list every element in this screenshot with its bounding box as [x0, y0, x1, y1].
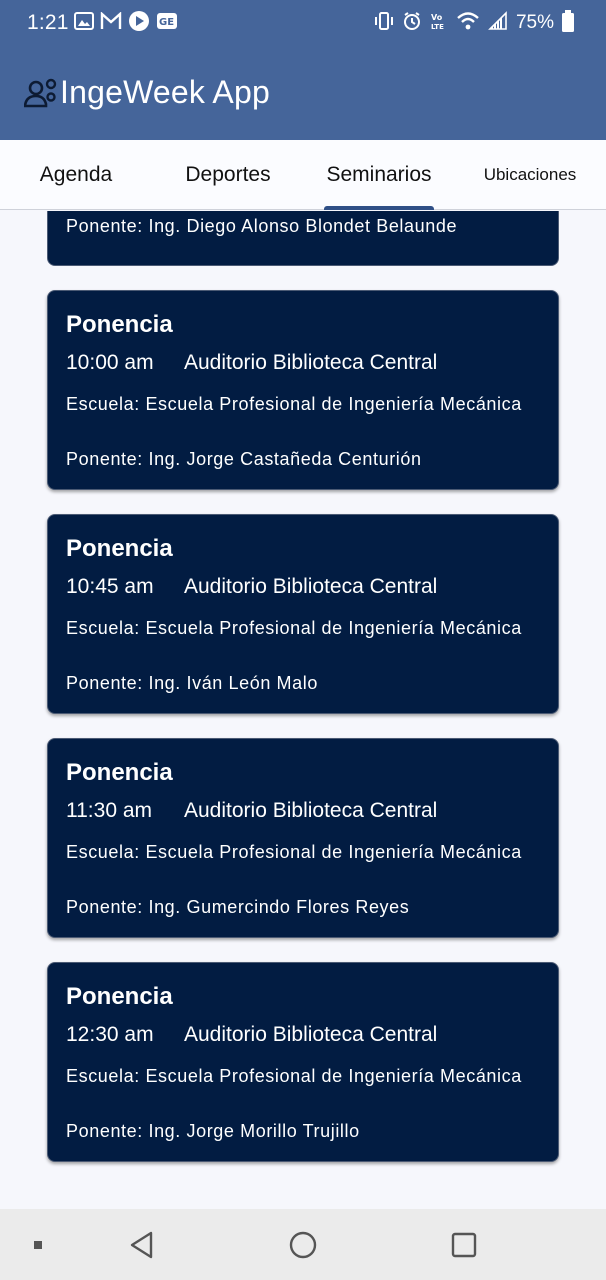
tab-agenda[interactable]: Agenda [0, 140, 152, 210]
app-title: IngeWeek App [60, 74, 270, 110]
card-time: 11:30 am [66, 799, 152, 822]
card-time-location: 10:45 am Auditorio Biblioteca Central [66, 575, 437, 599]
card-title: Ponencia [66, 535, 173, 562]
system-navigation-bar [0, 1209, 606, 1280]
battery-percent: 75% [515, 12, 554, 33]
gallery-icon [74, 11, 94, 35]
card-title: Ponencia [66, 983, 173, 1010]
card-speaker: Ponente: Ing. Diego Alonso Blondet Belau… [66, 216, 458, 236]
news-icon: GE [156, 12, 178, 35]
selected-tab-indicator [324, 206, 434, 210]
seminar-card[interactable]: Ponencia 10:45 am Auditorio Biblioteca C… [47, 514, 559, 714]
battery-icon [562, 9, 574, 37]
seminar-list[interactable]: Ponente: Ing. Diego Alonso Blondet Belau… [0, 211, 606, 1209]
home-icon[interactable] [281, 1223, 325, 1267]
card-speaker: Ponente: Ing. Jorge Castañeda Centurión [66, 449, 422, 469]
card-title: Ponencia [66, 311, 173, 338]
status-bar: 1:21 GE Vo LTE 75% [0, 0, 606, 46]
vibrate-icon [374, 11, 394, 36]
tab-deportes[interactable]: Deportes [152, 140, 304, 210]
card-location: Auditorio Biblioteca Central [184, 575, 438, 598]
back-icon[interactable] [120, 1223, 164, 1267]
card-school: Escuela: Escuela Profesional de Ingenier… [66, 394, 522, 414]
wifi-icon [456, 11, 480, 36]
card-speaker: Ponente: Ing. Iván León Malo [66, 673, 318, 693]
recents-icon[interactable] [442, 1223, 486, 1267]
card-time-location: 11:30 am Auditorio Biblioteca Central [66, 799, 437, 823]
gmail-icon [100, 10, 122, 35]
user-gear-icon [23, 77, 58, 109]
card-school: Escuela: Escuela Profesional de Ingenier… [66, 618, 522, 638]
card-time-location: 10:00 am Auditorio Biblioteca Central [66, 351, 437, 375]
media-icon [128, 10, 150, 37]
card-school: Escuela: Escuela Profesional de Ingenier… [66, 1066, 522, 1086]
card-school: Escuela: Escuela Profesional de Ingenier… [66, 842, 522, 862]
system-icons: Vo LTE 75% [374, 9, 574, 37]
tab-ubicaciones[interactable]: Ubicaciones [454, 140, 606, 210]
svg-text:GE: GE [159, 17, 174, 28]
card-time: 10:00 am [66, 351, 154, 374]
volte-icon: Vo LTE [430, 11, 448, 36]
status-time: 1:21 [27, 11, 69, 34]
top-app-area: 1:21 GE Vo LTE 75% IngeWeek App [0, 0, 606, 140]
signal-icon [488, 10, 508, 36]
card-title: Ponencia [66, 759, 173, 786]
tab-seminarios[interactable]: Seminarios [304, 140, 454, 210]
seminar-card[interactable]: Ponente: Ing. Diego Alonso Blondet Belau… [47, 211, 559, 266]
card-speaker: Ponente: Ing. Jorge Morillo Trujillo [66, 1121, 360, 1141]
svg-text:LTE: LTE [431, 23, 444, 31]
seminar-card[interactable]: Ponencia 12:30 am Auditorio Biblioteca C… [47, 962, 559, 1162]
seminar-card[interactable]: Ponencia 11:30 am Auditorio Biblioteca C… [47, 738, 559, 938]
card-time: 10:45 am [66, 575, 154, 598]
notification-icons: GE [74, 10, 178, 37]
card-location: Auditorio Biblioteca Central [184, 799, 438, 822]
alarm-icon [402, 11, 422, 36]
tab-bar: Agenda Deportes Seminarios Ubicaciones [0, 140, 606, 210]
svg-text:Vo: Vo [431, 13, 443, 22]
card-location: Auditorio Biblioteca Central [184, 1023, 438, 1046]
seminar-card[interactable]: Ponencia 10:00 am Auditorio Biblioteca C… [47, 290, 559, 490]
card-location: Auditorio Biblioteca Central [184, 351, 438, 374]
menu-dot-icon[interactable] [16, 1223, 60, 1267]
card-time-location: 12:30 am Auditorio Biblioteca Central [66, 1023, 437, 1047]
card-speaker: Ponente: Ing. Gumercindo Flores Reyes [66, 897, 410, 917]
card-time: 12:30 am [66, 1023, 154, 1046]
